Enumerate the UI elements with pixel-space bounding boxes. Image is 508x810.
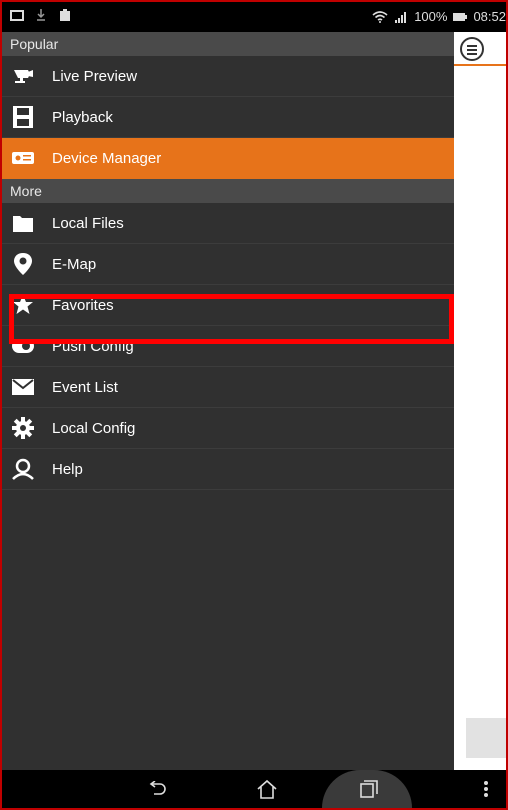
menu-label: Device Manager bbox=[52, 149, 162, 167]
clipboard-notification-icon bbox=[60, 9, 70, 21]
menu-item-help[interactable]: Help bbox=[2, 449, 454, 490]
menu-item-event-list[interactable]: Event List bbox=[2, 367, 454, 408]
envelope-icon bbox=[12, 376, 34, 398]
battery-icon bbox=[453, 12, 468, 21]
menu-label: Live Preview bbox=[52, 67, 138, 85]
device-screen: 100% 08:52 Popular Live Preview Playback… bbox=[2, 2, 506, 808]
download-notification-icon bbox=[37, 9, 45, 21]
person-icon bbox=[12, 458, 34, 480]
home-icon bbox=[257, 779, 277, 799]
status-bar: 100% 08:52 bbox=[2, 2, 506, 32]
menu-item-live-preview[interactable]: Live Preview bbox=[2, 56, 454, 97]
back-icon bbox=[149, 781, 166, 795]
menu-item-device-manager[interactable]: Device Manager bbox=[2, 138, 454, 179]
menu-label: Event List bbox=[52, 378, 118, 396]
menu-label: Playback bbox=[52, 108, 113, 126]
menu-item-push-config[interactable]: Push Config bbox=[2, 326, 454, 367]
dvr-icon bbox=[12, 147, 34, 169]
content-header bbox=[454, 32, 506, 66]
battery-percent: 100% bbox=[414, 9, 448, 24]
folder-icon bbox=[12, 212, 34, 234]
gallery-notification-icon bbox=[10, 10, 24, 21]
menu-item-local-files[interactable]: Local Files bbox=[2, 203, 454, 244]
menu-label: Local Config bbox=[52, 419, 136, 437]
home-button[interactable] bbox=[252, 770, 282, 808]
back-button[interactable] bbox=[142, 770, 172, 808]
signal-icon bbox=[395, 11, 407, 23]
wifi-icon bbox=[372, 10, 388, 23]
menu-label: E-Map bbox=[52, 255, 97, 273]
menu-toggle-icon[interactable] bbox=[460, 37, 484, 61]
menu-label: Help bbox=[52, 460, 83, 478]
menu-label: Push Config bbox=[52, 337, 134, 355]
menu-item-local-config[interactable]: Local Config bbox=[2, 408, 454, 449]
menu-item-e-map[interactable]: E-Map bbox=[2, 244, 454, 285]
recent-apps-button[interactable] bbox=[354, 770, 384, 808]
menu-label: Favorites bbox=[52, 296, 114, 314]
system-status: 100% 08:52 bbox=[372, 9, 506, 24]
bottom-panel-button[interactable] bbox=[466, 718, 506, 758]
notification-icons bbox=[10, 9, 72, 21]
main-content-panel bbox=[454, 32, 506, 770]
gear-icon bbox=[12, 417, 34, 439]
menu-item-playback[interactable]: Playback bbox=[2, 97, 454, 138]
film-icon bbox=[12, 106, 34, 128]
more-vert-icon bbox=[484, 781, 488, 797]
star-icon bbox=[12, 294, 34, 316]
menu-label: Local Files bbox=[52, 214, 124, 232]
navigation-bar bbox=[2, 770, 506, 808]
navigation-drawer: Popular Live Preview Playback Device Man… bbox=[2, 32, 454, 770]
section-popular: Popular bbox=[2, 32, 454, 56]
map-pin-icon bbox=[12, 253, 34, 275]
clock: 08:52 bbox=[473, 9, 506, 24]
overflow-menu-button[interactable] bbox=[476, 770, 496, 808]
menu-item-favorites[interactable]: Favorites bbox=[2, 285, 454, 326]
camera-icon bbox=[12, 65, 34, 87]
toggle-icon bbox=[12, 335, 34, 357]
recent-apps-icon bbox=[360, 780, 378, 798]
section-more: More bbox=[2, 179, 454, 203]
